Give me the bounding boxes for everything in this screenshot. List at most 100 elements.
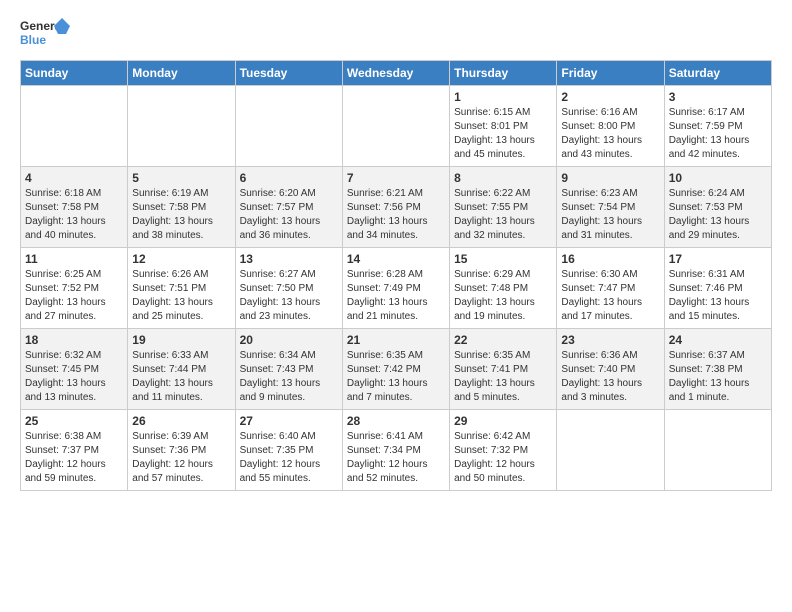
day-info: Sunrise: 6:26 AMSunset: 7:51 PMDaylight:… xyxy=(132,268,230,324)
calendar-cell: 20 Sunrise: 6:34 AMSunset: 7:43 PMDayligh… xyxy=(235,329,342,410)
day-info: Sunrise: 6:34 AMSunset: 7:43 PMDaylight:… xyxy=(240,349,338,405)
day-number: 5 xyxy=(132,171,230,185)
calendar-cell: 24 Sunrise: 6:37 AMSunset: 7:38 PMDayligh… xyxy=(664,329,771,410)
day-info: Sunrise: 6:23 AMSunset: 7:54 PMDaylight:… xyxy=(561,187,659,243)
day-info: Sunrise: 6:37 AMSunset: 7:38 PMDaylight:… xyxy=(669,349,767,405)
calendar-cell: 10 Sunrise: 6:24 AMSunset: 7:53 PMDayligh… xyxy=(664,167,771,248)
calendar-cell: 12 Sunrise: 6:26 AMSunset: 7:51 PMDayligh… xyxy=(128,248,235,329)
day-number: 23 xyxy=(561,333,659,347)
day-number: 6 xyxy=(240,171,338,185)
day-number: 9 xyxy=(561,171,659,185)
day-info: Sunrise: 6:35 AMSunset: 7:42 PMDaylight:… xyxy=(347,349,445,405)
header-wednesday: Wednesday xyxy=(342,61,449,86)
calendar-cell: 5Sunrise: 6:19 AMSunset: 7:58 PMDaylight… xyxy=(128,167,235,248)
day-info: Sunrise: 6:16 AMSunset: 8:00 PMDaylight:… xyxy=(561,106,659,162)
header-saturday: Saturday xyxy=(664,61,771,86)
calendar-cell xyxy=(342,86,449,167)
day-number: 15 xyxy=(454,252,552,266)
calendar-cell xyxy=(21,86,128,167)
week-row-0: 1 Sunrise: 6:15 AMSunset: 8:01 PMDaylight… xyxy=(21,86,772,167)
day-info: Sunrise: 6:15 AMSunset: 8:01 PMDaylight:… xyxy=(454,106,552,162)
calendar-cell: 3 Sunrise: 6:17 AMSunset: 7:59 PMDaylight… xyxy=(664,86,771,167)
day-number: 28 xyxy=(347,414,445,428)
day-number: 17 xyxy=(669,252,767,266)
calendar-cell: 6 Sunrise: 6:20 AMSunset: 7:57 PMDaylight… xyxy=(235,167,342,248)
day-info: Sunrise: 6:20 AMSunset: 7:57 PMDaylight:… xyxy=(240,187,338,243)
calendar-cell: 14 Sunrise: 6:28 AMSunset: 7:49 PMDayligh… xyxy=(342,248,449,329)
calendar-header-row: SundayMondayTuesdayWednesdayThursdayFrid… xyxy=(21,61,772,86)
calendar-cell xyxy=(557,410,664,491)
day-number: 25 xyxy=(25,414,123,428)
header-thursday: Thursday xyxy=(450,61,557,86)
calendar-cell: 28 Sunrise: 6:41 AMSunset: 7:34 PMDayligh… xyxy=(342,410,449,491)
calendar-cell: 7Sunrise: 6:21 AMSunset: 7:56 PMDaylight… xyxy=(342,167,449,248)
logo-svg: General Blue xyxy=(20,16,70,52)
calendar-cell xyxy=(664,410,771,491)
day-number: 14 xyxy=(347,252,445,266)
day-number: 16 xyxy=(561,252,659,266)
day-info: Sunrise: 6:35 AMSunset: 7:41 PMDaylight:… xyxy=(454,349,552,405)
day-info: Sunrise: 6:41 AMSunset: 7:34 PMDaylight:… xyxy=(347,430,445,486)
day-number: 8 xyxy=(454,171,552,185)
week-row-1: 4Sunrise: 6:18 AMSunset: 7:58 PMDaylight… xyxy=(21,167,772,248)
day-number: 12 xyxy=(132,252,230,266)
day-number: 26 xyxy=(132,414,230,428)
calendar-cell: 13Sunrise: 6:27 AMSunset: 7:50 PMDayligh… xyxy=(235,248,342,329)
calendar-cell: 29 Sunrise: 6:42 AMSunset: 7:32 PMDayligh… xyxy=(450,410,557,491)
day-number: 20 xyxy=(240,333,338,347)
header: General Blue xyxy=(20,16,772,52)
day-info: Sunrise: 6:39 AMSunset: 7:36 PMDaylight:… xyxy=(132,430,230,486)
calendar-cell xyxy=(235,86,342,167)
calendar-cell: 21 Sunrise: 6:35 AMSunset: 7:42 PMDayligh… xyxy=(342,329,449,410)
day-number: 11 xyxy=(25,252,123,266)
calendar-cell: 8 Sunrise: 6:22 AMSunset: 7:55 PMDaylight… xyxy=(450,167,557,248)
day-number: 4 xyxy=(25,171,123,185)
header-sunday: Sunday xyxy=(21,61,128,86)
day-number: 24 xyxy=(669,333,767,347)
day-info: Sunrise: 6:25 AMSunset: 7:52 PMDaylight:… xyxy=(25,268,123,324)
calendar-cell: 11 Sunrise: 6:25 AMSunset: 7:52 PMDayligh… xyxy=(21,248,128,329)
calendar-cell: 19 Sunrise: 6:33 AMSunset: 7:44 PMDayligh… xyxy=(128,329,235,410)
day-info: Sunrise: 6:33 AMSunset: 7:44 PMDaylight:… xyxy=(132,349,230,405)
day-number: 29 xyxy=(454,414,552,428)
day-info: Sunrise: 6:29 AMSunset: 7:48 PMDaylight:… xyxy=(454,268,552,324)
calendar-cell: 18 Sunrise: 6:32 AMSunset: 7:45 PMDayligh… xyxy=(21,329,128,410)
day-number: 13 xyxy=(240,252,338,266)
week-row-2: 11 Sunrise: 6:25 AMSunset: 7:52 PMDayligh… xyxy=(21,248,772,329)
calendar-cell: 22 Sunrise: 6:35 AMSunset: 7:41 PMDayligh… xyxy=(450,329,557,410)
day-number: 21 xyxy=(347,333,445,347)
day-info: Sunrise: 6:31 AMSunset: 7:46 PMDaylight:… xyxy=(669,268,767,324)
day-info: Sunrise: 6:38 AMSunset: 7:37 PMDaylight:… xyxy=(25,430,123,486)
calendar-cell: 16Sunrise: 6:30 AMSunset: 7:47 PMDayligh… xyxy=(557,248,664,329)
week-row-4: 25 Sunrise: 6:38 AMSunset: 7:37 PMDayligh… xyxy=(21,410,772,491)
calendar-cell: 15 Sunrise: 6:29 AMSunset: 7:48 PMDayligh… xyxy=(450,248,557,329)
day-info: Sunrise: 6:28 AMSunset: 7:49 PMDaylight:… xyxy=(347,268,445,324)
calendar-cell: 26 Sunrise: 6:39 AMSunset: 7:36 PMDayligh… xyxy=(128,410,235,491)
day-info: Sunrise: 6:22 AMSunset: 7:55 PMDaylight:… xyxy=(454,187,552,243)
calendar-cell: 1 Sunrise: 6:15 AMSunset: 8:01 PMDaylight… xyxy=(450,86,557,167)
day-info: Sunrise: 6:42 AMSunset: 7:32 PMDaylight:… xyxy=(454,430,552,486)
calendar-cell: 9 Sunrise: 6:23 AMSunset: 7:54 PMDaylight… xyxy=(557,167,664,248)
svg-text:Blue: Blue xyxy=(20,33,46,47)
day-info: Sunrise: 6:40 AMSunset: 7:35 PMDaylight:… xyxy=(240,430,338,486)
day-number: 2 xyxy=(561,90,659,104)
day-number: 19 xyxy=(132,333,230,347)
calendar-cell: 27 Sunrise: 6:40 AMSunset: 7:35 PMDayligh… xyxy=(235,410,342,491)
day-number: 27 xyxy=(240,414,338,428)
day-info: Sunrise: 6:24 AMSunset: 7:53 PMDaylight:… xyxy=(669,187,767,243)
day-number: 3 xyxy=(669,90,767,104)
header-friday: Friday xyxy=(557,61,664,86)
day-number: 1 xyxy=(454,90,552,104)
day-info: Sunrise: 6:17 AMSunset: 7:59 PMDaylight:… xyxy=(669,106,767,162)
day-number: 10 xyxy=(669,171,767,185)
day-number: 18 xyxy=(25,333,123,347)
calendar-cell: 23Sunrise: 6:36 AMSunset: 7:40 PMDayligh… xyxy=(557,329,664,410)
header-tuesday: Tuesday xyxy=(235,61,342,86)
calendar-table: SundayMondayTuesdayWednesdayThursdayFrid… xyxy=(20,60,772,491)
calendar-cell: 17 Sunrise: 6:31 AMSunset: 7:46 PMDayligh… xyxy=(664,248,771,329)
day-number: 22 xyxy=(454,333,552,347)
day-info: Sunrise: 6:21 AMSunset: 7:56 PMDaylight:… xyxy=(347,187,445,243)
week-row-3: 18 Sunrise: 6:32 AMSunset: 7:45 PMDayligh… xyxy=(21,329,772,410)
calendar-body: 1 Sunrise: 6:15 AMSunset: 8:01 PMDaylight… xyxy=(21,86,772,491)
day-info: Sunrise: 6:32 AMSunset: 7:45 PMDaylight:… xyxy=(25,349,123,405)
